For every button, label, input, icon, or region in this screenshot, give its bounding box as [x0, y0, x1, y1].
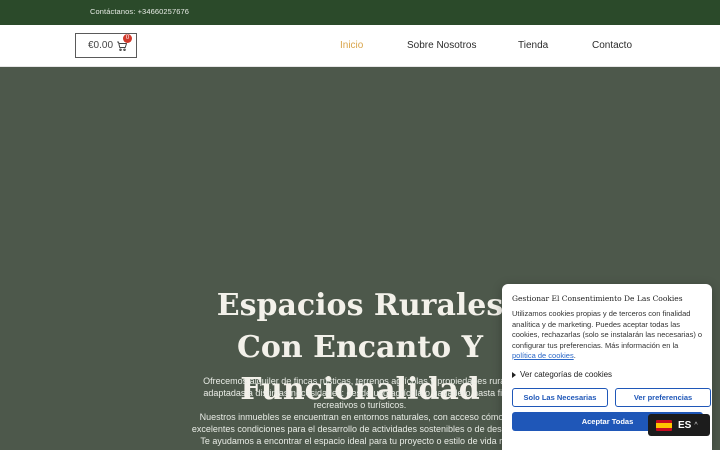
nav-item-sobre-nosotros[interactable]: Sobre Nosotros: [407, 40, 476, 51]
site-header: €0.00 0 Inicio Sobre Nosotros Tienda Con…: [0, 25, 720, 67]
cookie-categories-toggle[interactable]: Ver categorías de cookies: [512, 370, 612, 379]
spain-flag-icon: [656, 419, 672, 431]
language-switcher[interactable]: ES ^: [648, 414, 710, 436]
hero-description: Ofrecemos alquiler de fincas rústicas, t…: [190, 375, 530, 447]
cookie-body-end: .: [573, 351, 576, 360]
contact-phone[interactable]: Contáctanos: +34660257676: [90, 7, 189, 16]
cookie-description: Utilizamos cookies propias y de terceros…: [512, 309, 704, 362]
chevron-up-icon: ^: [694, 421, 698, 429]
triangle-right-icon: [512, 371, 516, 378]
view-preferences-button[interactable]: Ver preferencias: [615, 388, 711, 407]
cookie-title: Gestionar El Consentimiento De Las Cooki…: [512, 294, 683, 303]
main-nav: Inicio Sobre Nosotros Tienda Contacto: [0, 40, 720, 54]
cookie-body-text: Utilizamos cookies propias y de terceros…: [512, 309, 703, 350]
nav-item-contacto[interactable]: Contacto: [592, 40, 632, 51]
hero-paragraph: Te ayudamos a encontrar el espacio ideal…: [200, 436, 520, 446]
language-code: ES: [678, 419, 692, 431]
cookie-policy-link[interactable]: política de cookies: [512, 351, 574, 360]
nav-item-inicio[interactable]: Inicio: [340, 40, 363, 51]
cookie-categories-label: Ver categorías de cookies: [520, 370, 613, 379]
hero-paragraph: Nuestros inmuebles se encuentran en ento…: [191, 412, 529, 434]
top-contact-bar: Contáctanos: +34660257676: [0, 0, 720, 25]
only-necessary-button[interactable]: Solo Las Necesarias: [512, 388, 608, 407]
nav-item-tienda[interactable]: Tienda: [518, 40, 548, 51]
hero-paragraph: Ofrecemos alquiler de fincas rústicas, t…: [203, 376, 517, 410]
